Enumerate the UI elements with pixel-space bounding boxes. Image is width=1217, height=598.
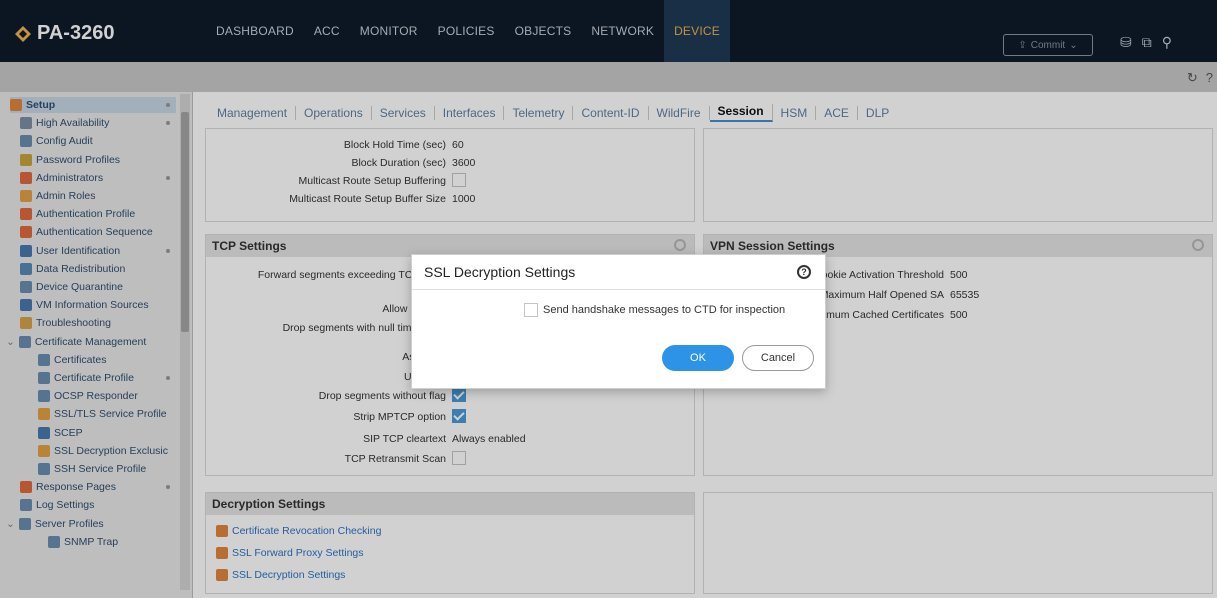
help-icon[interactable]: ?: [797, 265, 811, 279]
send-handshake-option: Send handshake messages to CTD for inspe…: [524, 303, 785, 317]
dialog-title: SSL Decryption Settings: [412, 255, 825, 290]
send-handshake-label: Send handshake messages to CTD for inspe…: [543, 304, 786, 316]
send-handshake-checkbox[interactable]: [524, 303, 538, 317]
cancel-button[interactable]: Cancel: [742, 345, 814, 371]
ok-button[interactable]: OK: [662, 345, 734, 371]
ssl-decryption-settings-dialog: SSL Decryption Settings ? Send handshake…: [411, 254, 826, 389]
